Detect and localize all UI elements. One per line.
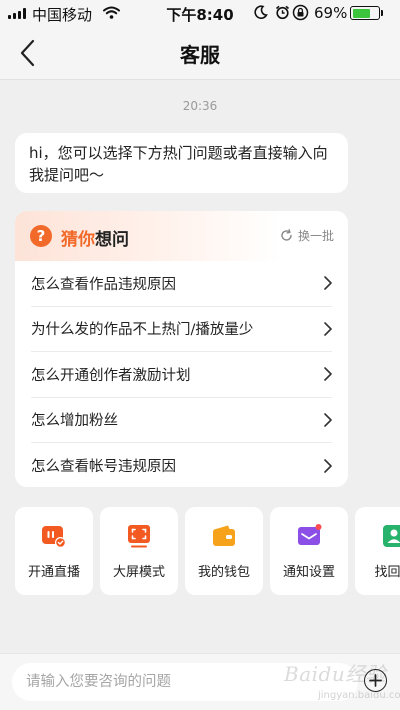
title-accent: 猜你 <box>61 230 95 250</box>
chevron-right-icon <box>324 276 332 291</box>
question-label: 为什么发的作品不上热门/播放量少 <box>31 322 254 339</box>
refresh-label: 换一批 <box>297 229 334 243</box>
suggested-questions-header: ? 猜你想问 换一批 <box>15 211 348 261</box>
status-bar: 中国移动 下午8:40 69% <box>0 0 400 26</box>
battery-fill <box>352 8 370 18</box>
fullscreen-icon <box>126 523 152 549</box>
nav-bar: 客服 <box>0 26 400 80</box>
quick-action-fullscreen[interactable]: 大屏模式 <box>100 507 178 595</box>
question-item[interactable]: 怎么开通创作者激励计划 <box>31 352 332 398</box>
question-label: 怎么查看帐号违规原因 <box>31 459 176 476</box>
chevron-right-icon <box>324 321 332 336</box>
question-list: 怎么查看作品违规原因 为什么发的作品不上热门/播放量少 怎么开通创作者激励计划 … <box>15 261 348 487</box>
quick-action-label: 找回帐 <box>374 565 400 580</box>
alarm-icon <box>275 5 290 24</box>
quick-action-account-recovery[interactable]: 找回帐 <box>355 507 400 595</box>
moon-icon <box>254 5 268 23</box>
question-label: 怎么增加粉丝 <box>31 413 118 430</box>
question-item[interactable]: 为什么发的作品不上热门/播放量少 <box>31 307 332 352</box>
quick-action-label: 我的钱包 <box>197 565 250 580</box>
page-title: 客服 <box>180 43 220 67</box>
question-icon: ? <box>30 225 52 247</box>
notification-icon <box>296 523 322 549</box>
agent-message-bubble: hi，您可以选择下方热门问题或者直接输入向我提问吧～ <box>15 133 348 193</box>
refresh-icon <box>281 229 292 241</box>
chevron-right-icon <box>324 458 332 473</box>
quick-action-live[interactable]: 开通直播 <box>15 507 93 595</box>
quick-action-label: 通知设置 <box>282 565 335 580</box>
plus-icon <box>369 674 382 687</box>
battery-icon <box>350 6 380 20</box>
plus-button[interactable] <box>364 669 387 692</box>
question-label: 怎么开通创作者激励计划 <box>31 367 191 384</box>
account-recovery-icon <box>381 523 400 549</box>
suggested-questions-card: ? 猜你想问 换一批 怎么查看作品违规原因 为什么发的作品不上热门/播放量少 怎… <box>15 211 348 487</box>
refresh-button[interactable]: 换一批 <box>280 227 334 244</box>
battery-percent: 69% <box>314 4 348 22</box>
agent-message-text: hi，您可以选择下方热门问题或者直接输入向我提问吧～ <box>29 144 328 184</box>
rotation-lock-icon <box>292 4 309 25</box>
watermark-url: jingyan.baidu.com <box>318 690 400 701</box>
quick-action-notification[interactable]: 通知设置 <box>270 507 348 595</box>
question-item[interactable]: 怎么查看帐号违规原因 <box>31 443 332 487</box>
title-rest: 想问 <box>95 230 129 250</box>
question-item[interactable]: 怎么增加粉丝 <box>31 398 332 443</box>
suggested-questions-title: 猜你想问 <box>61 225 129 250</box>
quick-actions-row: 开通直播 大屏模式 我的钱包 通知设置 找回 <box>15 507 400 595</box>
message-timestamp: 20:36 <box>182 99 218 113</box>
question-label: 怎么查看作品违规原因 <box>31 276 176 293</box>
live-icon <box>41 523 67 549</box>
quick-action-label: 开通直播 <box>27 565 80 580</box>
question-item[interactable]: 怎么查看作品违规原因 <box>31 261 332 307</box>
chevron-right-icon <box>324 367 332 382</box>
battery-cap <box>381 10 383 16</box>
quick-action-label: 大屏模式 <box>112 565 165 580</box>
quick-action-wallet[interactable]: 我的钱包 <box>185 507 263 595</box>
wallet-icon <box>211 523 237 549</box>
chevron-right-icon <box>324 412 332 427</box>
